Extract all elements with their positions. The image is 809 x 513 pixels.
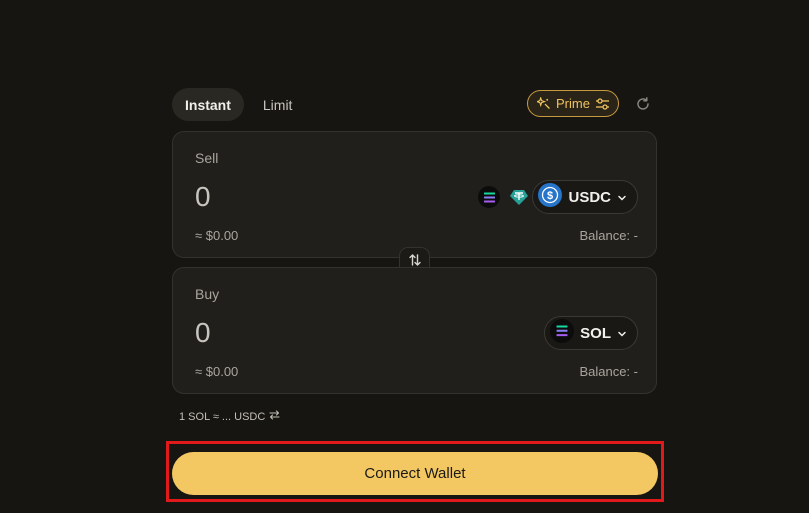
buy-panel: Buy 0 SOL ≈ $0.00 Balance: - (172, 267, 657, 394)
tab-limit[interactable]: Limit (250, 88, 306, 121)
buy-balance: Balance: - (579, 364, 638, 379)
sell-amount-input[interactable]: 0 (195, 181, 211, 213)
sliders-icon[interactable] (595, 97, 609, 110)
sell-panel: Sell 0 $ USDC ≈ $0.00 Balance: - (172, 131, 657, 258)
prime-label: Prime (556, 96, 590, 111)
sell-quick-tokens (478, 186, 530, 208)
buy-label: Buy (195, 286, 220, 302)
sol-token-icon (550, 319, 575, 347)
chevron-down-icon (617, 189, 627, 206)
sparkle-icon (537, 97, 550, 110)
buy-usd-value: ≈ $0.00 (195, 364, 239, 379)
svg-text:$: $ (547, 190, 553, 202)
buy-amount-input[interactable]: 0 (195, 317, 211, 349)
solana-token-icon[interactable] (478, 186, 500, 208)
usdc-token-icon: $ (538, 183, 563, 211)
exchange-rate[interactable]: 1 SOL ≈ ... USDC (179, 410, 280, 423)
chevron-down-icon (617, 325, 627, 342)
usdt-token-icon[interactable] (508, 186, 530, 208)
exchange-rate-text: 1 SOL ≈ ... USDC (179, 410, 266, 423)
sell-token-label: USDC (568, 188, 611, 206)
swap-horizontal-icon (269, 410, 280, 423)
connect-wallet-button[interactable]: Connect Wallet (172, 452, 658, 495)
sell-token-select[interactable]: $ USDC (532, 180, 638, 214)
mode-tabs: Instant Limit (172, 88, 305, 121)
buy-token-label: SOL (580, 324, 611, 342)
sell-label: Sell (195, 150, 219, 166)
sell-balance: Balance: - (579, 228, 638, 243)
refresh-icon[interactable] (635, 96, 651, 112)
buy-token-select[interactable]: SOL (544, 316, 638, 350)
prime-button[interactable]: Prime (527, 90, 619, 117)
tab-instant[interactable]: Instant (172, 88, 244, 121)
sell-usd-value: ≈ $0.00 (195, 228, 239, 243)
